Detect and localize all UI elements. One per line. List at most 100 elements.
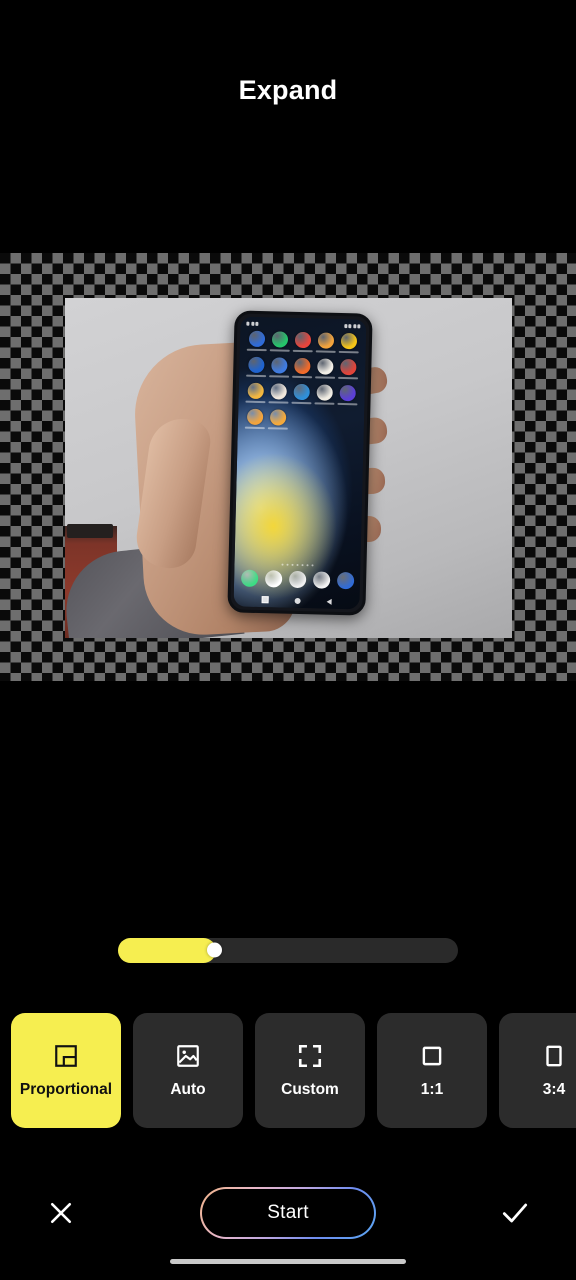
phone-dock-icon — [240, 569, 258, 587]
square-icon — [419, 1043, 445, 1069]
phone-app-label — [315, 375, 336, 379]
nav-back-icon — [326, 598, 332, 605]
phone-app-label — [268, 400, 289, 404]
phone-app-cell — [268, 357, 289, 378]
phone-app-cell — [314, 384, 335, 405]
phone-app-cell — [338, 358, 359, 380]
phone-app-label — [292, 349, 313, 353]
chip-label: 1:1 — [420, 1080, 444, 1098]
source-photo[interactable] — [65, 298, 512, 638]
phone-app-label — [269, 348, 290, 352]
phone-app-icon — [341, 332, 358, 350]
photo-phone — [227, 310, 373, 616]
phone-screen — [233, 316, 367, 610]
phone-app-cell — [245, 382, 266, 404]
phone-page-dot — [306, 563, 309, 567]
phone-page-dot — [281, 563, 284, 566]
phone-app-cell — [245, 356, 266, 378]
expand-amount-slider[interactable] — [118, 937, 458, 963]
chip-label: 3:4 — [542, 1080, 566, 1098]
phone-app-icon — [270, 383, 287, 400]
phone-app-label — [245, 400, 266, 404]
phone-app-label — [338, 376, 359, 380]
phone-app-icon — [316, 384, 334, 401]
header-bar: Expand — [0, 0, 576, 190]
phone-app-grid — [243, 330, 361, 432]
chip-label: Auto — [170, 1080, 206, 1098]
start-button[interactable]: Start — [200, 1187, 376, 1239]
phone-page-dot — [311, 563, 314, 567]
chip-auto[interactable]: Auto — [133, 1013, 243, 1128]
image-icon — [175, 1043, 201, 1069]
phone-app-icon — [294, 331, 312, 349]
expand-amount-slider-row[interactable] — [0, 928, 576, 972]
phone-page-dot — [291, 563, 294, 566]
phone-app-icon — [271, 331, 288, 348]
phone-dock — [234, 569, 360, 590]
phone-app-cell — [267, 409, 288, 430]
phone-app-label — [339, 350, 360, 354]
home-indicator — [170, 1259, 406, 1264]
phone-page-dot — [286, 563, 289, 566]
phone-page-dot — [301, 563, 304, 567]
slider-fill — [118, 937, 216, 963]
phone-app-cell — [269, 331, 290, 352]
phone-app-cell — [268, 383, 289, 404]
phone-app-cell — [339, 332, 360, 354]
phone-app-icon — [293, 383, 310, 401]
portrait-rect-icon — [541, 1043, 567, 1069]
status-right-icons — [343, 323, 361, 328]
phone-app-label — [246, 348, 267, 352]
phone-nav-bar — [234, 595, 360, 605]
phone-app-icon — [317, 332, 335, 349]
aspect-ratio-chip-row[interactable]: Proportional Auto Custom 1:1 3:4 — [0, 1013, 576, 1128]
phone-app-icon — [270, 357, 288, 374]
phone-app-label — [314, 401, 335, 405]
chip-proportional[interactable]: Proportional — [11, 1013, 121, 1128]
check-icon — [502, 1203, 528, 1223]
slider-thumb[interactable] — [206, 942, 222, 958]
phone-page-dot — [296, 563, 299, 566]
phone-app-cell — [291, 383, 312, 405]
expand-preview-canvas[interactable] — [0, 253, 576, 681]
nav-home-icon — [294, 597, 301, 604]
phone-dock-icon — [288, 570, 306, 589]
bottom-action-bar: Start — [0, 1180, 576, 1246]
phone-app-label — [315, 349, 336, 353]
nav-recents-icon — [261, 596, 269, 604]
chip-3-4[interactable]: 3:4 — [499, 1013, 576, 1128]
phone-app-label — [337, 402, 358, 406]
chip-custom[interactable]: Custom — [255, 1013, 365, 1128]
phone-app-cell — [292, 331, 313, 353]
confirm-button[interactable] — [494, 1192, 536, 1234]
proportional-icon — [53, 1043, 79, 1069]
phone-app-label — [244, 426, 265, 430]
phone-app-label — [267, 426, 288, 430]
phone-app-cell — [246, 330, 267, 352]
close-icon — [50, 1202, 72, 1224]
phone-dock-icon — [264, 570, 282, 588]
start-button-label: Start — [267, 1202, 309, 1223]
phone-app-label — [291, 401, 312, 405]
phone-dock-icon — [312, 571, 330, 589]
phone-app-icon — [248, 330, 265, 348]
phone-status-bar — [240, 319, 366, 331]
phone-app-icon — [269, 409, 287, 426]
phone-app-label — [292, 375, 313, 379]
phone-app-icon — [339, 384, 357, 402]
phone-app-icon — [294, 357, 311, 375]
chip-label: Proportional — [19, 1080, 113, 1098]
phone-app-cell — [244, 408, 265, 430]
chip-1-1[interactable]: 1:1 — [377, 1013, 487, 1128]
cancel-button[interactable] — [40, 1192, 82, 1234]
phone-app-cell — [292, 357, 313, 379]
status-left-icons — [246, 321, 259, 326]
phone-app-label — [268, 374, 289, 378]
phone-page-dots — [235, 562, 361, 568]
phone-app-label — [245, 374, 266, 378]
phone-app-icon — [317, 358, 334, 375]
crop-corners-icon — [297, 1043, 323, 1069]
chip-label: Custom — [281, 1080, 339, 1098]
phone-dock-icon — [336, 571, 354, 590]
phone-app-icon — [340, 358, 357, 376]
